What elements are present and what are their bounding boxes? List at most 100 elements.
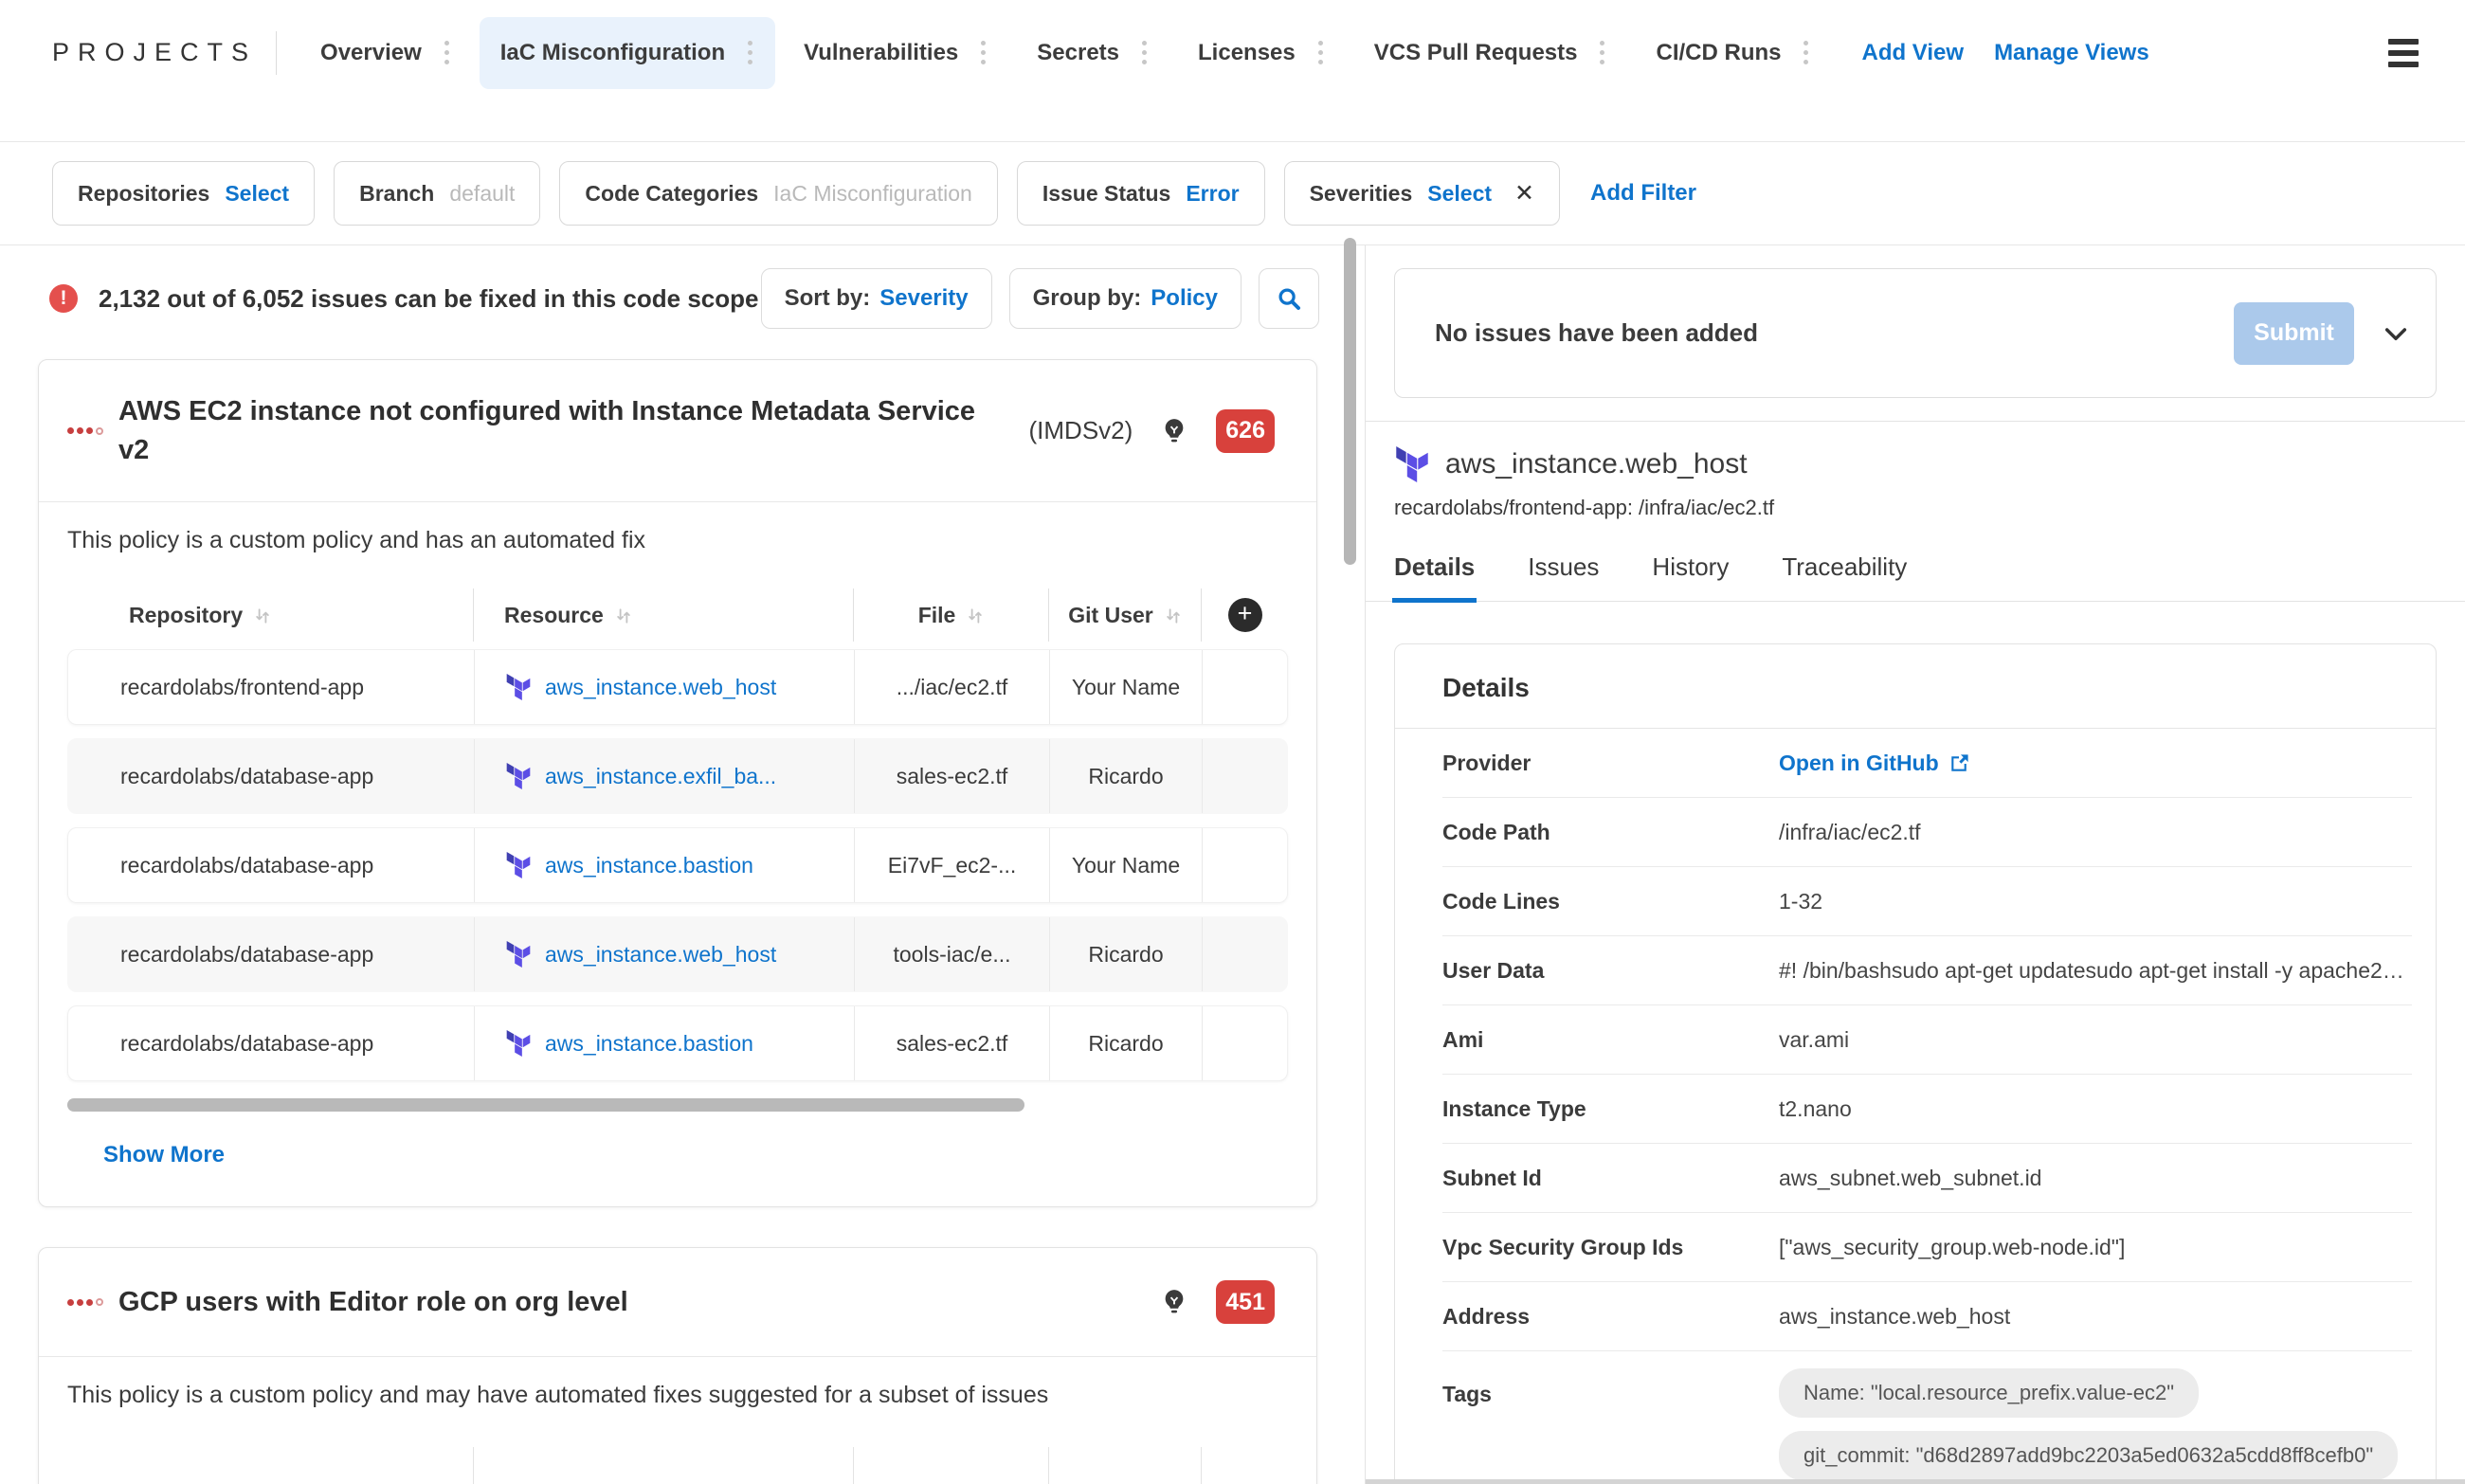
add-view-link[interactable]: Add View xyxy=(1861,40,1964,66)
detail-value: #! /bin/bashsudo apt-get updatesudo apt-… xyxy=(1779,957,2404,983)
resource-name: aws_instance.web_host xyxy=(1445,448,1748,480)
policy-title: AWS EC2 instance not configured with Ins… xyxy=(118,396,976,465)
detail-label: User Data xyxy=(1442,957,1545,983)
resource-link[interactable]: aws_instance.exfil_ba... xyxy=(545,764,776,789)
nav-tab-iac-misconfiguration[interactable]: IaC Misconfiguration xyxy=(479,16,776,89)
issue-cart: No issues have been added Submit xyxy=(1394,268,2437,398)
kebab-menu-icon[interactable] xyxy=(1802,37,1810,68)
cell-repository: recardolabs/frontend-app xyxy=(120,674,364,699)
detail-value: var.ami xyxy=(1779,1026,1850,1052)
resource-path: recardolabs/frontend-app: /infra/iac/ec2… xyxy=(1394,496,1775,519)
submit-button[interactable]: Submit xyxy=(2234,301,2354,365)
vertical-scrollbar[interactable] xyxy=(1344,238,1356,565)
kebab-menu-icon[interactable] xyxy=(1598,37,1606,68)
sort-by-control[interactable]: Sort by: Severity xyxy=(760,268,992,329)
filter-pill-repositories[interactable]: Repositories Select xyxy=(52,161,316,226)
divider xyxy=(276,30,278,75)
hamburger-menu-icon[interactable] xyxy=(2384,35,2422,71)
tab-traceability[interactable]: Traceability xyxy=(1782,552,1907,601)
tab-details[interactable]: Details xyxy=(1391,552,1477,603)
sort-icon[interactable] xyxy=(967,607,984,624)
group-by-control[interactable]: Group by: Policy xyxy=(1008,268,1242,329)
filter-pill-severities[interactable]: Severities Select ✕ xyxy=(1283,161,1560,226)
issues-table: Repository Resource File Git User + reca… xyxy=(39,564,1316,1206)
kebab-menu-icon[interactable] xyxy=(1140,37,1149,68)
column-header-repository[interactable]: Repository xyxy=(67,588,473,642)
sort-icon[interactable] xyxy=(1165,607,1182,624)
cell-repository: recardolabs/database-app xyxy=(120,852,374,878)
kebab-menu-icon[interactable] xyxy=(1316,37,1325,68)
cell-file: Ei7vF_ec2-... xyxy=(887,852,1017,878)
table-row[interactable]: recardolabs/database-app aws_instance.ba… xyxy=(67,1005,1288,1082)
horizontal-scrollbar[interactable] xyxy=(1366,1479,2465,1484)
nav-tab-licenses[interactable]: Licenses xyxy=(1177,17,1346,89)
nav-tab-label: Secrets xyxy=(1037,39,1120,65)
table-row[interactable]: recardolabs/frontend-app aws_instance.we… xyxy=(67,649,1288,726)
add-column-button[interactable]: + xyxy=(1227,598,1262,633)
detail-row: User Data #! /bin/bashsudo apt-get updat… xyxy=(1442,936,2412,1005)
table-row[interactable]: recardolabs/database-app aws_instance.we… xyxy=(67,916,1288,993)
tags-list: Name: "local.resource_prefix.value-ec2" g… xyxy=(1779,1368,2412,1480)
nav-tab-label: IaC Misconfiguration xyxy=(499,39,726,65)
severity-icon xyxy=(67,1298,103,1307)
issue-count-badge: 626 xyxy=(1216,408,1275,453)
detail-row: Provider Open in GitHub xyxy=(1442,729,2412,798)
filter-value: default xyxy=(449,180,516,206)
add-filter-link[interactable]: Add Filter xyxy=(1590,180,1696,207)
detail-row: Tags Name: "local.resource_prefix.value-… xyxy=(1442,1351,2412,1484)
cell-git-user: Ricardo xyxy=(1088,763,1164,788)
nav-tab-vcs-pull-requests[interactable]: VCS Pull Requests xyxy=(1353,17,1628,89)
nav-tab-vulnerabilities[interactable]: Vulnerabilities xyxy=(783,17,1008,89)
column-header-resource[interactable]: Resource xyxy=(473,588,853,642)
chevron-down-icon[interactable] xyxy=(2381,318,2411,349)
kebab-menu-icon[interactable] xyxy=(979,37,988,68)
open-in-github-link[interactable]: Open in GitHub xyxy=(1779,751,1970,776)
summary-text: 2,132 out of 6,052 issues can be fixed i… xyxy=(99,283,759,313)
policy-description: This policy is a custom policy and has a… xyxy=(67,527,646,554)
search-icon xyxy=(1278,288,1300,310)
terraform-icon xyxy=(505,763,532,790)
details-heading: Details xyxy=(1395,644,2436,729)
resource-link[interactable]: aws_instance.web_host xyxy=(545,942,776,968)
filter-pill-branch[interactable]: Branch default xyxy=(334,161,541,226)
clear-filter-icon[interactable]: ✕ xyxy=(1514,181,1534,206)
resource-link[interactable]: aws_instance.bastion xyxy=(545,1031,753,1057)
sort-icon[interactable] xyxy=(615,607,632,624)
resource-link[interactable]: aws_instance.bastion xyxy=(545,853,753,878)
show-more-link[interactable]: Show More xyxy=(103,1142,225,1168)
column-header-git-user[interactable]: Git User xyxy=(1048,588,1201,642)
lightbulb-icon[interactable] xyxy=(1159,1287,1189,1317)
lightbulb-icon[interactable] xyxy=(1159,416,1189,446)
brand-logo: PROJECTS xyxy=(52,38,258,66)
detail-value: Name: "local.resource_prefix.value-ec2" g… xyxy=(1779,1368,2412,1480)
table-row[interactable]: recardolabs/database-app aws_instance.ba… xyxy=(67,827,1288,904)
column-header-file[interactable]: File xyxy=(853,588,1048,642)
tab-issues[interactable]: Issues xyxy=(1528,552,1599,601)
search-button[interactable] xyxy=(1259,268,1319,329)
detail-value: aws_instance.web_host xyxy=(1779,1303,2011,1329)
sort-icon[interactable] xyxy=(254,607,271,624)
nav-tab-ci-cd-runs[interactable]: CI/CD Runs xyxy=(1635,17,1831,89)
cell-git-user: Ricardo xyxy=(1088,941,1164,967)
kebab-menu-icon[interactable] xyxy=(443,37,451,68)
detail-label: Code Path xyxy=(1442,819,1550,844)
table-header-stub xyxy=(67,1447,1288,1484)
filter-value: Error xyxy=(1186,180,1240,206)
kebab-menu-icon[interactable] xyxy=(746,37,754,68)
manage-views-link[interactable]: Manage Views xyxy=(1994,40,2149,66)
resource-link[interactable]: aws_instance.web_host xyxy=(545,675,776,700)
filter-pill-issue-status[interactable]: Issue Status Error xyxy=(1016,161,1265,226)
filter-value: IaC Misconfiguration xyxy=(773,180,972,206)
detail-label: Address xyxy=(1442,1303,1531,1329)
nav-tab-label: Licenses xyxy=(1198,39,1296,65)
nav-tab-secrets[interactable]: Secrets xyxy=(1016,17,1169,89)
detail-value: aws_subnet.web_subnet.id xyxy=(1779,1165,2042,1190)
filter-pill-code-categories[interactable]: Code Categories IaC Misconfiguration xyxy=(559,161,998,226)
external-link-icon xyxy=(1950,753,1968,771)
horizontal-scrollbar[interactable] xyxy=(67,1098,1024,1113)
detail-row: Vpc Security Group Ids ["aws_security_gr… xyxy=(1442,1213,2412,1282)
tab-history[interactable]: History xyxy=(1652,552,1729,601)
tag-chip: git_commit: "d68d2897add9bc2203a5ed0632a… xyxy=(1779,1431,2399,1480)
table-row[interactable]: recardolabs/database-app aws_instance.ex… xyxy=(67,738,1288,815)
nav-tab-overview[interactable]: Overview xyxy=(299,17,472,89)
